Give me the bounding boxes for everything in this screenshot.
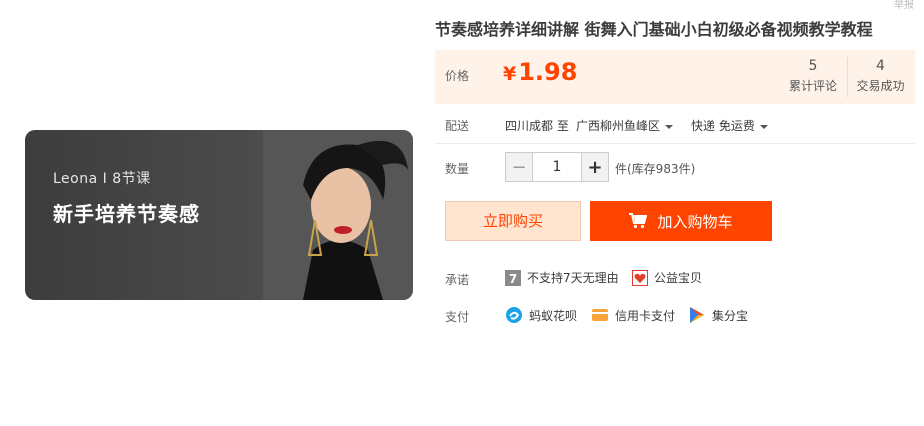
payment-item-huabei[interactable]: 蚂蚁花呗: [505, 306, 577, 324]
divider: [435, 143, 915, 144]
jifenbao-icon: [690, 307, 704, 323]
charity-heart-icon: [632, 269, 648, 286]
delivery-destination-select[interactable]: 广西柳州鱼峰区: [576, 117, 674, 134]
payment-item-jifenbao[interactable]: 集分宝: [688, 306, 748, 324]
delivery-origin: 四川成都 至: [505, 119, 569, 133]
add-to-cart-button[interactable]: 加入购物车: [590, 201, 772, 241]
price-value: 1.98: [518, 58, 578, 86]
buy-now-button[interactable]: 立即购买: [445, 201, 581, 241]
review-count-label: 累计评论: [788, 79, 837, 93]
payment-item-credit-card[interactable]: 信用卡支付: [591, 306, 675, 324]
price-value-group: ¥1.98: [503, 58, 577, 86]
promise-item-charity[interactable]: 公益宝贝: [632, 269, 702, 286]
review-count-stat[interactable]: 5 累计评论: [780, 58, 846, 94]
payment-label: 支付: [445, 310, 470, 324]
delivery-method: 快递 免运费: [691, 119, 755, 133]
price-label: 价格: [445, 69, 470, 83]
delivery-label: 配送: [445, 119, 470, 133]
quantity-label: 数量: [445, 162, 470, 176]
cart-icon: [629, 213, 648, 229]
transaction-count-stat: 4 交易成功: [847, 57, 913, 97]
delivery-destination: 广西柳州鱼峰区: [576, 119, 661, 133]
promise-label: 承诺: [445, 273, 470, 287]
quantity-input[interactable]: 1: [532, 153, 582, 181]
credit-card-icon: [592, 309, 608, 321]
delivery-method-select[interactable]: 快递 免运费: [691, 117, 768, 134]
promise-item-label: 不支持7天无理由: [527, 271, 619, 285]
transaction-count-label: 交易成功: [856, 79, 905, 93]
report-link[interactable]: 举报: [894, 0, 914, 11]
currency-symbol: ¥: [503, 63, 517, 85]
seven-days-icon: 7: [505, 269, 521, 286]
course-banner: Leona I 8节课 新手培养节奏感: [25, 130, 413, 300]
instructor-portrait: [263, 130, 413, 300]
payment-item-label: 蚂蚁花呗: [529, 308, 578, 323]
payment-item-label: 信用卡支付: [615, 308, 676, 323]
decrease-quantity-button[interactable]: −: [506, 153, 532, 181]
banner-subtitle: Leona I 8节课: [53, 171, 151, 187]
increase-quantity-button[interactable]: +: [582, 153, 608, 181]
transaction-count: 4: [876, 58, 885, 74]
quantity-stepper: − 1 +: [505, 152, 609, 182]
chevron-down-icon: [665, 124, 674, 129]
chevron-down-icon: [759, 124, 768, 129]
price-panel: 价格 ¥1.98 5 累计评论 4 交易成功: [435, 50, 915, 104]
huabei-icon: [506, 307, 522, 323]
promise-item-label: 公益宝贝: [654, 271, 703, 285]
review-count: 5: [808, 58, 818, 74]
svg-text:7: 7: [509, 272, 517, 286]
banner-title: 新手培养节奏感: [53, 202, 200, 226]
product-title: 节奏感培养详细讲解 街舞入门基础小白初级必备视频教学教程: [435, 20, 873, 39]
payment-item-label: 集分宝: [712, 308, 749, 323]
stock-info: 件(库存983件): [615, 162, 696, 176]
add-to-cart-label: 加入购物车: [657, 212, 733, 231]
promise-item-no-7day-return[interactable]: 7 不支持7天无理由: [505, 269, 619, 286]
